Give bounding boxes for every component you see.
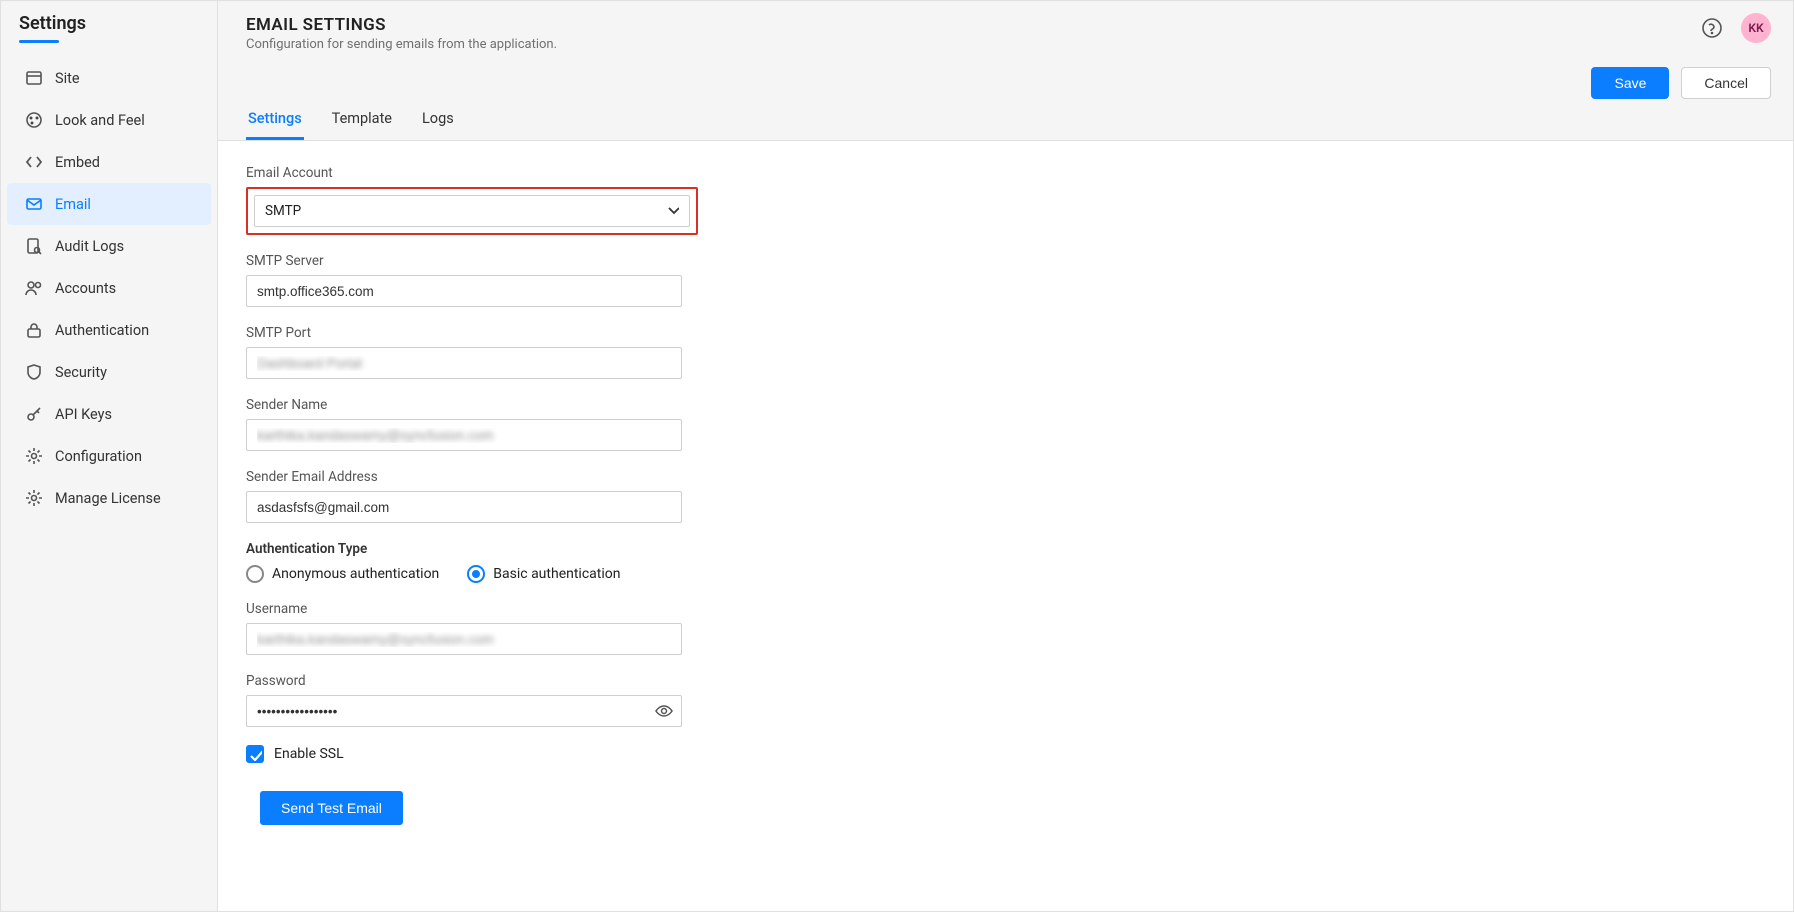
- paint-icon: [25, 111, 43, 129]
- sender-email-label: Sender Email Address: [246, 469, 1765, 485]
- sidebar-item-label: Accounts: [55, 280, 116, 297]
- header: EMAIL SETTINGS Configuration for sending…: [218, 1, 1793, 141]
- main: EMAIL SETTINGS Configuration for sending…: [218, 1, 1793, 911]
- tab-settings[interactable]: Settings: [246, 100, 304, 140]
- page-title: EMAIL SETTINGS: [246, 15, 557, 35]
- sidebar-item-email[interactable]: Email: [7, 183, 211, 225]
- header-actions: Save Cancel: [1591, 67, 1771, 99]
- sidebar-item-embed[interactable]: Embed: [7, 141, 211, 183]
- username-input[interactable]: [246, 623, 682, 655]
- radio-unchecked-icon: [246, 565, 264, 583]
- field-username: Username: [246, 601, 1765, 655]
- sender-email-input[interactable]: [246, 491, 682, 523]
- tabs: Settings Template Logs: [246, 100, 1765, 140]
- field-email-account: Email Account SMTP: [246, 165, 1765, 235]
- send-test-row: Send Test Email: [246, 791, 1765, 825]
- highlight-box: SMTP: [246, 187, 698, 235]
- tab-logs[interactable]: Logs: [420, 100, 456, 140]
- field-sender-name: Sender Name: [246, 397, 1765, 451]
- sidebar-title: Settings: [1, 13, 217, 40]
- avatar[interactable]: KK: [1741, 13, 1771, 43]
- users-icon: [25, 279, 43, 297]
- password-input[interactable]: [246, 695, 682, 727]
- help-icon[interactable]: [1701, 17, 1723, 39]
- sidebar-item-label: Security: [55, 364, 107, 381]
- sidebar-item-manage-license[interactable]: Manage License: [7, 477, 211, 519]
- sidebar: Settings Site Look and Feel Embed Email …: [1, 1, 218, 911]
- email-account-select[interactable]: SMTP: [254, 195, 690, 227]
- sidebar-item-label: API Keys: [55, 406, 112, 423]
- sidebar-item-label: Configuration: [55, 448, 142, 465]
- cancel-button[interactable]: Cancel: [1681, 67, 1771, 99]
- radio-checked-icon: [467, 565, 485, 583]
- header-right: KK: [1701, 13, 1771, 43]
- radio-anonymous-auth[interactable]: Anonymous authentication: [246, 565, 439, 583]
- sender-name-input[interactable]: [246, 419, 682, 451]
- auth-type-label: Authentication Type: [246, 541, 1765, 557]
- enable-ssl-checkbox[interactable]: [246, 745, 264, 763]
- mail-icon: [25, 195, 43, 213]
- email-account-label: Email Account: [246, 165, 1765, 181]
- field-smtp-server: SMTP Server: [246, 253, 1765, 307]
- gear-icon: [25, 489, 43, 507]
- smtp-server-input[interactable]: [246, 275, 682, 307]
- code-icon: [25, 153, 43, 171]
- sidebar-item-configuration[interactable]: Configuration: [7, 435, 211, 477]
- field-enable-ssl: Enable SSL: [246, 745, 1765, 763]
- smtp-server-label: SMTP Server: [246, 253, 1765, 269]
- smtp-port-input[interactable]: [246, 347, 682, 379]
- sidebar-item-security[interactable]: Security: [7, 351, 211, 393]
- sidebar-item-label: Manage License: [55, 490, 161, 507]
- sidebar-title-underline: [19, 40, 59, 43]
- email-account-value: SMTP: [265, 203, 301, 219]
- sidebar-item-label: Audit Logs: [55, 238, 124, 255]
- field-sender-email: Sender Email Address: [246, 469, 1765, 523]
- sidebar-item-label: Embed: [55, 154, 100, 171]
- field-smtp-port: SMTP Port: [246, 325, 1765, 379]
- key-icon: [25, 405, 43, 423]
- file-search-icon: [25, 237, 43, 255]
- password-label: Password: [246, 673, 1765, 689]
- field-auth-type: Authentication Type Anonymous authentica…: [246, 541, 1765, 583]
- lock-icon: [25, 321, 43, 339]
- smtp-port-label: SMTP Port: [246, 325, 1765, 341]
- sidebar-item-label: Look and Feel: [55, 112, 145, 129]
- sidebar-item-accounts[interactable]: Accounts: [7, 267, 211, 309]
- sidebar-item-label: Email: [55, 196, 91, 213]
- browser-icon: [25, 69, 43, 87]
- radio-basic-auth[interactable]: Basic authentication: [467, 565, 620, 583]
- page-subtitle: Configuration for sending emails from th…: [246, 37, 557, 52]
- radio-basic-label: Basic authentication: [493, 566, 620, 582]
- sidebar-item-look-and-feel[interactable]: Look and Feel: [7, 99, 211, 141]
- sidebar-item-audit-logs[interactable]: Audit Logs: [7, 225, 211, 267]
- save-button[interactable]: Save: [1591, 67, 1669, 99]
- sender-name-label: Sender Name: [246, 397, 1765, 413]
- username-label: Username: [246, 601, 1765, 617]
- enable-ssl-label: Enable SSL: [274, 746, 344, 762]
- send-test-email-button[interactable]: Send Test Email: [260, 791, 403, 825]
- sidebar-item-label: Authentication: [55, 322, 149, 339]
- sidebar-item-authentication[interactable]: Authentication: [7, 309, 211, 351]
- field-password: Password: [246, 673, 1765, 727]
- radio-anonymous-label: Anonymous authentication: [272, 566, 439, 582]
- sidebar-item-label: Site: [55, 70, 80, 87]
- form-area: Email Account SMTP SMTP Server SMTP Port: [218, 141, 1793, 911]
- chevron-down-icon: [665, 202, 679, 220]
- gear-icon: [25, 447, 43, 465]
- sidebar-item-site[interactable]: Site: [7, 57, 211, 99]
- shield-icon: [25, 363, 43, 381]
- sidebar-item-api-keys[interactable]: API Keys: [7, 393, 211, 435]
- tab-template[interactable]: Template: [330, 100, 394, 140]
- eye-icon[interactable]: [654, 701, 674, 721]
- app-root: Settings Site Look and Feel Embed Email …: [0, 0, 1794, 912]
